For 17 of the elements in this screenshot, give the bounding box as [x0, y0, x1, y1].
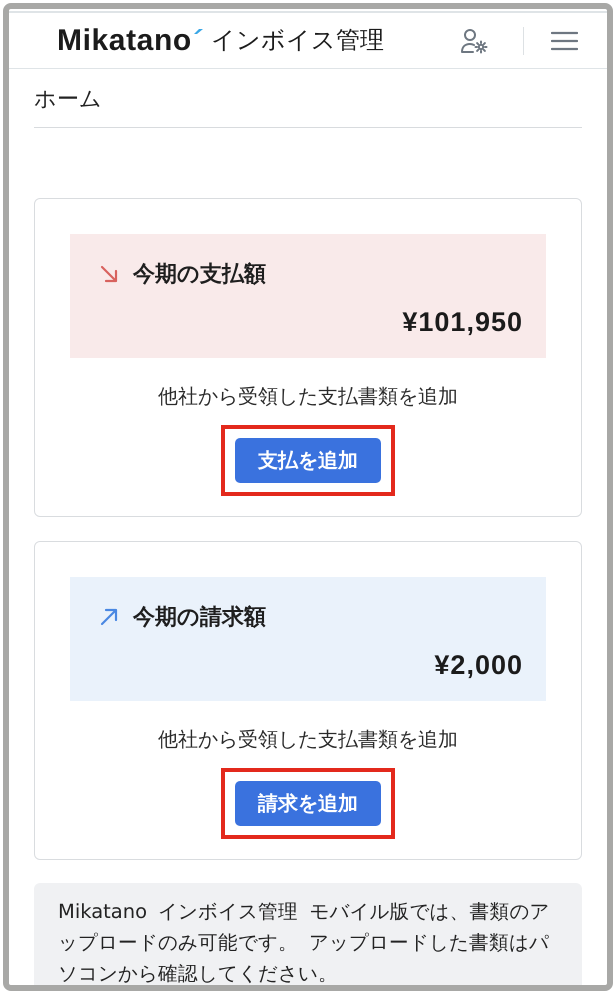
card-description: 他社から受領した支払書類を追加 — [158, 385, 458, 410]
notice-text: Mikatano インボイス管理 モバイル版では、書類のアップロードのみ可能です。 アップロードした書類はパソコンから確認してください。 — [34, 883, 582, 985]
add-button[interactable]: 請求を追加 — [235, 781, 381, 826]
logo-text: Mikatano — [57, 22, 192, 58]
arrow-up-right-icon — [100, 608, 118, 626]
summary-title: 今期の請求額 — [133, 603, 266, 631]
card-description: 他社から受領した支払書類を追加 — [158, 728, 458, 753]
amount-text: ¥101,950 — [402, 306, 523, 338]
logo-accent-icon — [194, 28, 203, 34]
add-button[interactable]: 支払を追加 — [235, 438, 381, 483]
page-title: ホーム — [34, 85, 102, 113]
app-name: インボイス管理 — [210, 26, 384, 56]
summary-title: 今期の支払額 — [133, 260, 266, 288]
amount-text: ¥2,000 — [434, 649, 523, 681]
arrow-down-right-icon — [100, 265, 118, 283]
menu-icon[interactable] — [551, 30, 578, 50]
user-settings-icon[interactable] — [460, 28, 488, 54]
